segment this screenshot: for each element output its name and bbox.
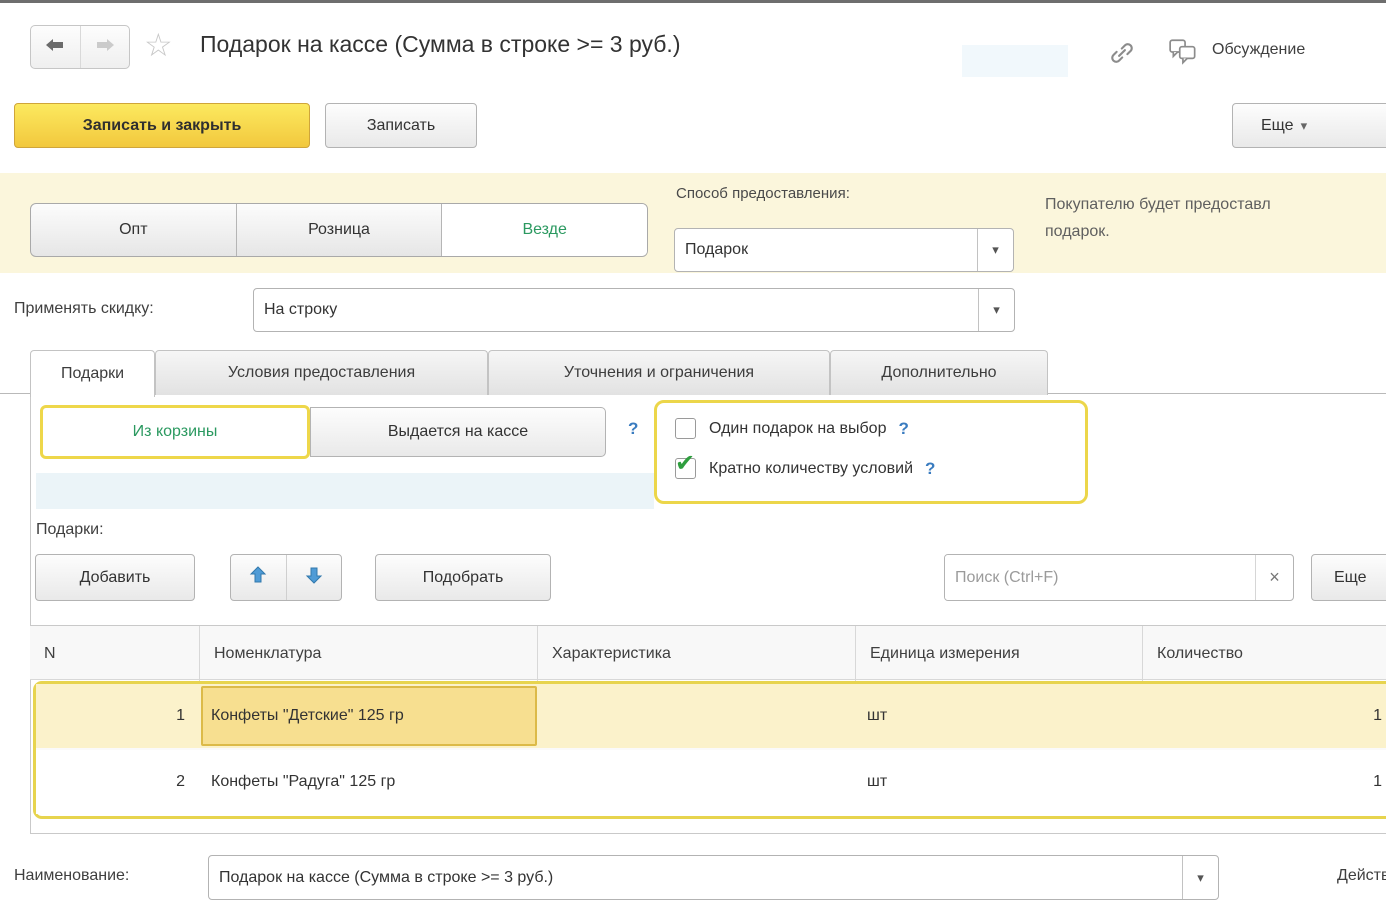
highlight-band — [36, 473, 654, 509]
column-header-qty[interactable]: Количество — [1142, 626, 1386, 681]
cell-unit[interactable]: шт — [855, 684, 1142, 748]
promo-form-window: Подарок на кассе (Сумма в строке >= 3 ру… — [0, 0, 1386, 900]
chevron-down-icon[interactable] — [977, 229, 1013, 271]
chevron-down-icon[interactable] — [978, 289, 1014, 331]
cell-nomenclature[interactable]: Конфеты "Радуга" 125 гр — [201, 750, 537, 814]
checkbox-multiple-of-conditions[interactable]: ✔ Кратно количеству условий ? — [675, 458, 935, 479]
nav-buttons — [30, 25, 130, 69]
more-button-table-label: Еще — [1334, 569, 1367, 587]
column-header-characteristic[interactable]: Характеристика — [537, 626, 855, 681]
get-link-icon[interactable] — [1108, 39, 1136, 72]
tab-content-border — [30, 394, 31, 833]
search-clear-icon[interactable]: × — [1255, 555, 1293, 600]
checkbox-one-gift[interactable]: Один подарок на выбор ? — [675, 418, 909, 439]
source-at-register-button[interactable]: Выдается на кассе — [310, 407, 606, 457]
move-down-button[interactable] — [286, 555, 342, 600]
column-header-nomenclature[interactable]: Номенклатура — [199, 626, 537, 681]
column-header-n[interactable]: N — [30, 626, 199, 681]
cell-unit[interactable]: шт — [855, 750, 1142, 814]
table-row[interactable]: 1 Конфеты "Детские" 125 гр шт 1 — [36, 684, 1386, 748]
apply-discount-label: Применять скидку: — [14, 300, 154, 318]
checkmark-icon: ✔ — [675, 452, 695, 476]
help-icon[interactable]: ? — [925, 459, 935, 479]
search-box: × — [944, 554, 1294, 601]
back-button[interactable] — [31, 26, 80, 68]
arrow-up-icon — [248, 565, 268, 590]
name-dropdown[interactable]: Подарок на кассе (Сумма в строке >= 3 ру… — [208, 855, 1219, 900]
cell-characteristic[interactable] — [537, 684, 855, 748]
move-buttons — [230, 554, 342, 601]
discussion-label[interactable]: Обсуждение — [1212, 41, 1305, 59]
checkbox-checked-icon[interactable]: ✔ — [675, 458, 696, 479]
source-from-cart-button[interactable]: Из корзины — [40, 405, 310, 459]
method-label: Способ предоставления: — [676, 185, 850, 202]
cell-n[interactable]: 1 — [36, 684, 199, 748]
table-bottom-border — [30, 833, 1386, 834]
save-button[interactable]: Записать — [325, 103, 477, 148]
title-highlight — [962, 45, 1068, 77]
discussion-icon[interactable] — [1168, 37, 1200, 72]
arrow-down-icon — [304, 565, 324, 590]
favorite-star-icon[interactable] — [144, 29, 173, 61]
add-button[interactable]: Добавить — [35, 554, 195, 601]
method-dropdown-value: Подарок — [675, 229, 977, 271]
checkbox-multiple-label: Кратно количеству условий — [709, 460, 913, 478]
back-arrow-icon — [44, 36, 66, 59]
cell-qty[interactable]: 1 — [1142, 750, 1386, 814]
forward-button[interactable] — [80, 26, 130, 68]
tab-dopolnitelno[interactable]: Дополнительно — [830, 350, 1048, 395]
table-header: N Номенклатура Характеристика Единица из… — [30, 625, 1386, 680]
cell-qty[interactable]: 1 — [1142, 684, 1386, 748]
segment-vezde[interactable]: Везде — [441, 204, 647, 256]
cell-nomenclature-focused[interactable]: Конфеты "Детские" 125 гр — [201, 686, 537, 746]
checkbox-one-gift-label: Один подарок на выбор — [709, 420, 886, 438]
footer-right-text: Действу — [1337, 867, 1386, 885]
help-icon[interactable]: ? — [898, 419, 908, 439]
move-up-button[interactable] — [231, 555, 286, 600]
gift-options-group: Один подарок на выбор ? ✔ Кратно количес… — [654, 400, 1088, 504]
segment-opt[interactable]: Опт — [31, 204, 236, 256]
more-button-top[interactable]: Еще — [1232, 103, 1386, 148]
tab-utochneniya[interactable]: Уточнения и ограничения — [488, 350, 830, 395]
page-title: Подарок на кассе (Сумма в строке >= 3 ру… — [200, 31, 680, 58]
apply-discount-value: На строку — [254, 289, 978, 331]
more-button-table[interactable]: Еще — [1311, 554, 1386, 601]
scope-hint-text: Покупателю будет предоставл подарок. — [1045, 191, 1271, 245]
source-help-icon[interactable]: ? — [628, 419, 638, 439]
more-button-top-label: Еще — [1261, 117, 1307, 135]
save-close-button[interactable]: Записать и закрыть — [14, 103, 310, 148]
checkbox-icon[interactable] — [675, 418, 696, 439]
tab-usloviya[interactable]: Условия предоставления — [155, 350, 488, 395]
apply-discount-dropdown[interactable]: На строку — [253, 288, 1015, 332]
method-dropdown[interactable]: Подарок — [674, 228, 1014, 272]
segment-roznitsa[interactable]: Розница — [236, 204, 442, 256]
search-input[interactable] — [945, 555, 1255, 600]
scope-hint-line2: подарок. — [1045, 218, 1271, 245]
gifts-list-label: Подарки: — [36, 521, 104, 539]
pick-button[interactable]: Подобрать — [375, 554, 551, 601]
cell-n[interactable]: 2 — [36, 750, 199, 814]
chevron-down-icon[interactable] — [1182, 856, 1218, 899]
name-label: Наименование: — [14, 867, 129, 885]
scope-segmented-control: Опт Розница Везде — [30, 203, 648, 257]
table-row[interactable]: 2 Конфеты "Радуга" 125 гр шт 1 — [36, 750, 1386, 814]
column-header-unit[interactable]: Единица измерения — [855, 626, 1142, 681]
forward-arrow-icon — [94, 36, 116, 59]
cell-characteristic[interactable] — [537, 750, 855, 814]
name-dropdown-value: Подарок на кассе (Сумма в строке >= 3 ру… — [209, 856, 1182, 899]
scope-hint-line1: Покупателю будет предоставл — [1045, 191, 1271, 218]
tab-podarki[interactable]: Подарки — [30, 350, 155, 397]
